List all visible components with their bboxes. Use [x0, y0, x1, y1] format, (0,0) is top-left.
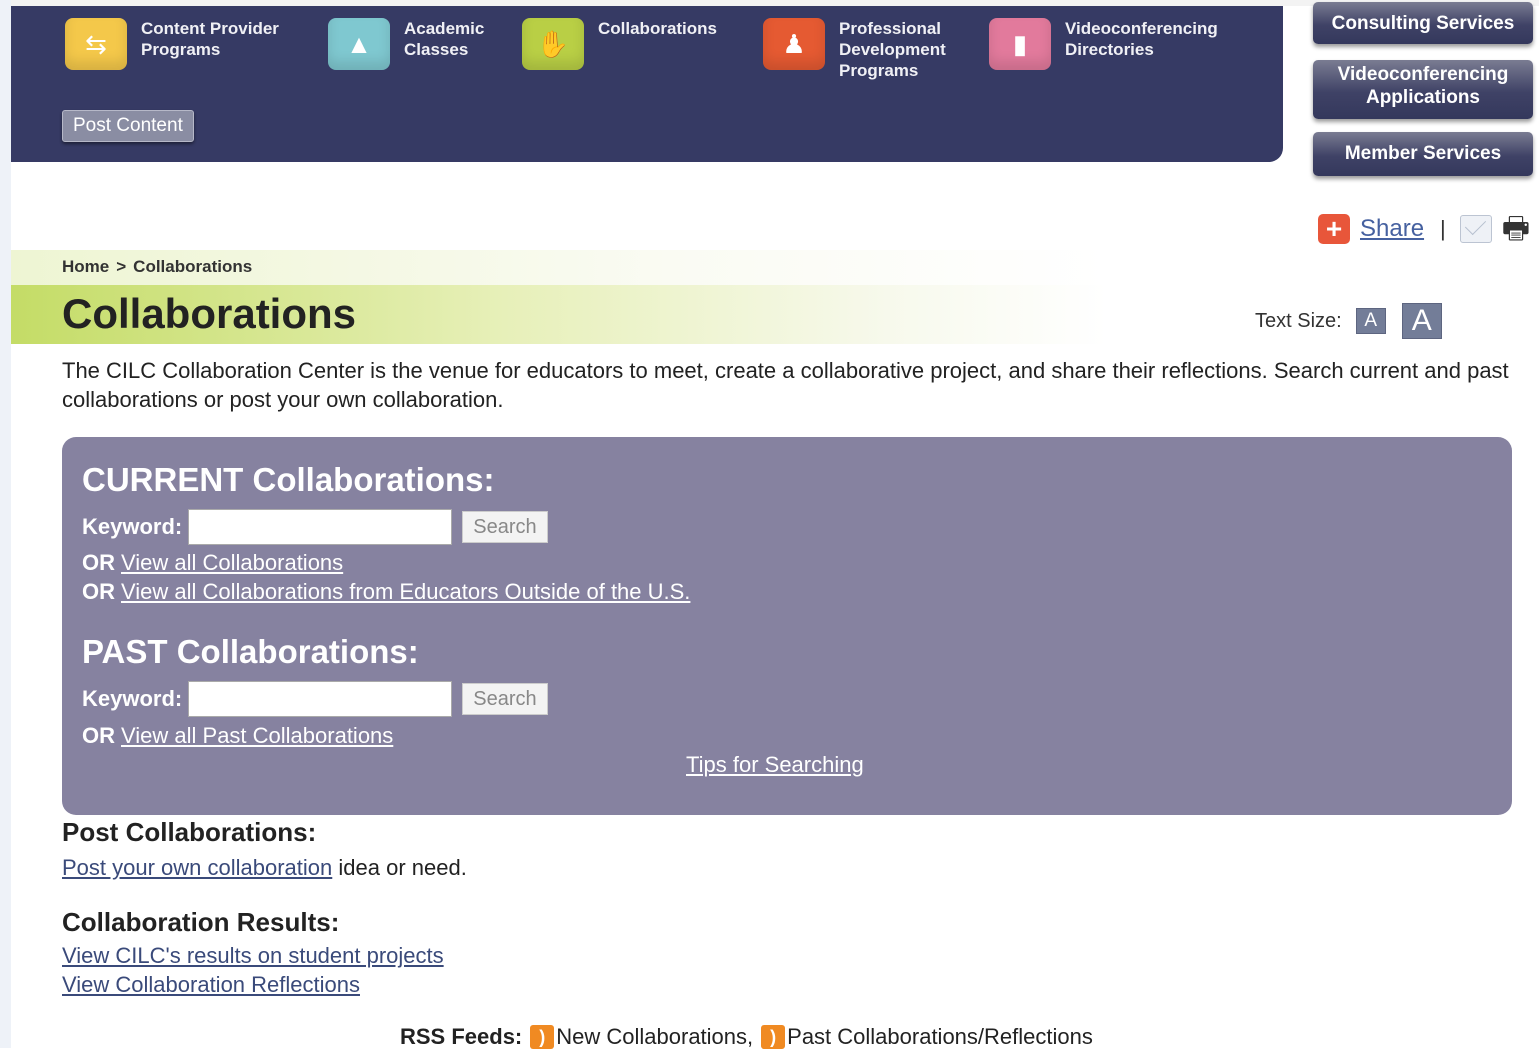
or-line: OR View all Past Collaborations [82, 723, 393, 749]
handshake-circle-icon: ⇆ [65, 18, 127, 70]
rss-new-collaborations-link[interactable]: New Collaborations, [556, 1024, 753, 1050]
consulting-services-button[interactable]: Consulting Services [1313, 2, 1533, 44]
share-plus-icon[interactable]: + [1318, 214, 1350, 244]
rss-icon[interactable]: ) [530, 1025, 555, 1049]
past-keyword-row: Keyword: Search [82, 681, 548, 717]
nav-content-provider-programs[interactable]: ⇆ Content Provider Programs [65, 18, 279, 70]
post-collaboration-line: Post your own collaboration idea or need… [62, 855, 467, 881]
nav-collaborations[interactable]: ✋ Collaborations [522, 18, 717, 70]
student-projects-results-link[interactable]: View CILC's results on student projects [62, 943, 444, 968]
page-title: Collaborations [62, 290, 357, 337]
nav-videoconferencing-directories[interactable]: ▮ Videoconferencing Directories [989, 18, 1218, 70]
breadcrumb-home[interactable]: Home [62, 257, 109, 276]
share-link[interactable]: Share [1360, 215, 1424, 243]
view-all-collaborations-link[interactable]: View all Collaborations [121, 550, 343, 575]
text-size-control: Text Size: A A [1255, 303, 1442, 339]
videoconferencing-applications-button[interactable]: Videoconferencing Applications [1313, 60, 1533, 119]
current-keyword-row: Keyword: Search [82, 509, 548, 545]
text-size-small-button[interactable]: A [1355, 308, 1386, 334]
breadcrumb: Home > Collaborations [62, 257, 252, 277]
text-size-label: Text Size: [1255, 309, 1342, 332]
past-keyword-input[interactable] [188, 681, 453, 717]
handshake-icon: ✋ [522, 18, 584, 70]
results-link-1-wrap: View CILC's results on student projects [62, 943, 444, 969]
current-keyword-input[interactable] [188, 509, 453, 545]
collaboration-results-heading: Collaboration Results: [62, 907, 340, 937]
nav-label: Professional Development Programs [839, 19, 946, 80]
rss-label: RSS Feeds: [400, 1024, 523, 1049]
nav-professional-development[interactable]: ♟ Professional Development Programs [763, 18, 946, 81]
view-all-past-collaborations-link[interactable]: View all Past Collaborations [121, 723, 393, 748]
post-own-collaboration-link[interactable]: Post your own collaboration [62, 855, 332, 880]
or-line: OR View all Collaborations [82, 550, 343, 576]
or-line: OR View all Collaborations from Educators… [82, 579, 690, 605]
nav-academic-classes[interactable]: ▲ Academic Classes [328, 18, 484, 70]
email-icon[interactable] [1459, 215, 1492, 243]
or-label: OR [82, 723, 115, 748]
top-navigation: ⇆ Content Provider Programs ▲ Academic C… [11, 6, 1283, 162]
graduation-cap-icon: ▲ [328, 18, 390, 70]
text-size-large-button[interactable]: A [1401, 303, 1442, 339]
keyword-label: Keyword: [82, 514, 183, 539]
current-collaborations-heading: CURRENT Collaborations: [82, 461, 495, 498]
rss-feeds: RSS Feeds: ) New Collaborations, ) Past … [400, 1024, 1093, 1050]
results-link-2-wrap: View Collaboration Reflections [62, 972, 360, 998]
or-label: OR [82, 579, 115, 604]
post-suffix-text: idea or need. [338, 855, 467, 880]
breadcrumb-separator: > [116, 257, 127, 276]
current-search-button[interactable]: Search [462, 511, 548, 543]
nav-label: Academic Classes [404, 19, 485, 59]
post-content-button[interactable]: Post Content [62, 110, 194, 142]
left-gutter [0, 0, 11, 1048]
post-collaborations-heading: Post Collaborations: [62, 817, 317, 847]
search-panel: CURRENT Collaborations: Keyword: Search … [62, 437, 1512, 815]
intro-text: The CILC Collaboration Center is the ven… [62, 358, 1509, 412]
past-collaborations-heading: PAST Collaborations: [82, 633, 419, 670]
share-toolbar: + Share | 🖶 [1318, 214, 1530, 244]
keyword-label: Keyword: [82, 686, 183, 711]
member-services-button[interactable]: Member Services [1313, 132, 1533, 176]
rss-past-collaborations-link[interactable]: Past Collaborations/Reflections [787, 1024, 1093, 1050]
presenter-icon: ♟ [763, 18, 825, 70]
breadcrumb-current: Collaborations [133, 257, 253, 276]
nav-label: Content Provider Programs [141, 19, 279, 59]
view-outside-us-link[interactable]: View all Collaborations from Educators O… [121, 579, 690, 604]
print-icon[interactable]: 🖶 [1502, 214, 1530, 244]
book-icon: ▮ [989, 18, 1051, 70]
nav-label: Collaborations [598, 19, 718, 38]
or-label: OR [82, 550, 115, 575]
nav-label: Videoconferencing Directories [1065, 19, 1218, 59]
rss-icon[interactable]: ) [761, 1025, 786, 1049]
past-search-button[interactable]: Search [462, 683, 548, 715]
separator: | [1440, 216, 1446, 241]
tips-for-searching-link[interactable]: Tips for Searching [686, 752, 864, 778]
collaboration-reflections-link[interactable]: View Collaboration Reflections [62, 972, 360, 997]
